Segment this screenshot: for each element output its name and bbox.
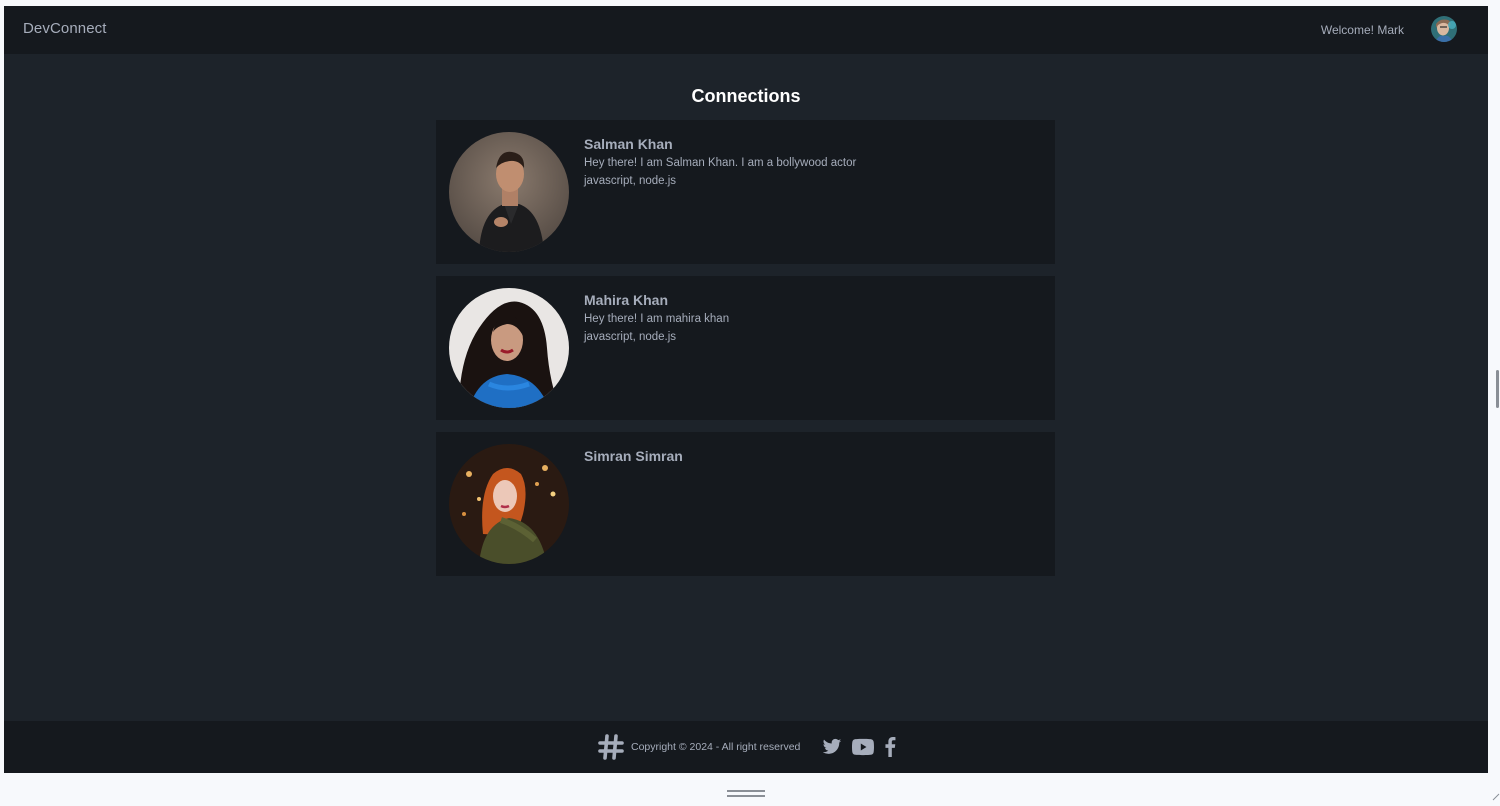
connection-about: Hey there! I am Salman Khan. I am a boll… (584, 157, 857, 169)
welcome-text: Welcome! Mark (1320, 23, 1404, 37)
hash-logo-icon (597, 733, 625, 761)
connection-name[interactable]: Mahira Khan (584, 292, 668, 308)
twitter-icon[interactable] (822, 738, 842, 756)
user-avatar[interactable] (1431, 16, 1457, 42)
connection-card: Salman Khan Hey there! I am Salman Khan.… (436, 120, 1055, 264)
connection-about: Hey there! I am mahira khan (584, 313, 730, 325)
youtube-icon[interactable] (852, 738, 875, 756)
top-navbar: DevConnect Welcome! Mark (4, 6, 1488, 54)
connection-photo (449, 132, 569, 252)
brand-link[interactable]: DevConnect (23, 20, 107, 37)
footer: Copyright © 2024 - All right reserved (4, 721, 1488, 773)
corner-resize-icon[interactable] (1492, 788, 1500, 801)
connection-avatar (449, 132, 569, 252)
app-frame: DevConnect Welcome! Mark Connections Sal… (4, 6, 1488, 773)
connection-photo (449, 288, 569, 408)
connection-card: Simran Simran (436, 432, 1055, 576)
connection-skills: javascript, node.js (584, 175, 677, 187)
connection-skills: javascript, node.js (584, 331, 677, 343)
connection-photo (449, 444, 569, 564)
connection-card: Mahira Khan Hey there! I am mahira khan … (436, 276, 1055, 420)
page-title: Connections (691, 86, 801, 106)
connection-avatar (449, 444, 569, 564)
connection-avatar (449, 288, 569, 408)
connection-name[interactable]: Simran Simran (584, 448, 683, 464)
connection-name[interactable]: Salman Khan (584, 136, 673, 152)
copyright-text: Copyright © 2024 - All right reserved (631, 741, 801, 753)
footer-content: Copyright © 2024 - All right reserved (597, 733, 896, 761)
scrollbar-thumb[interactable] (1496, 370, 1499, 408)
user-avatar-image (1431, 16, 1457, 42)
resize-handle[interactable] (727, 785, 765, 797)
facebook-icon[interactable] (884, 737, 896, 757)
